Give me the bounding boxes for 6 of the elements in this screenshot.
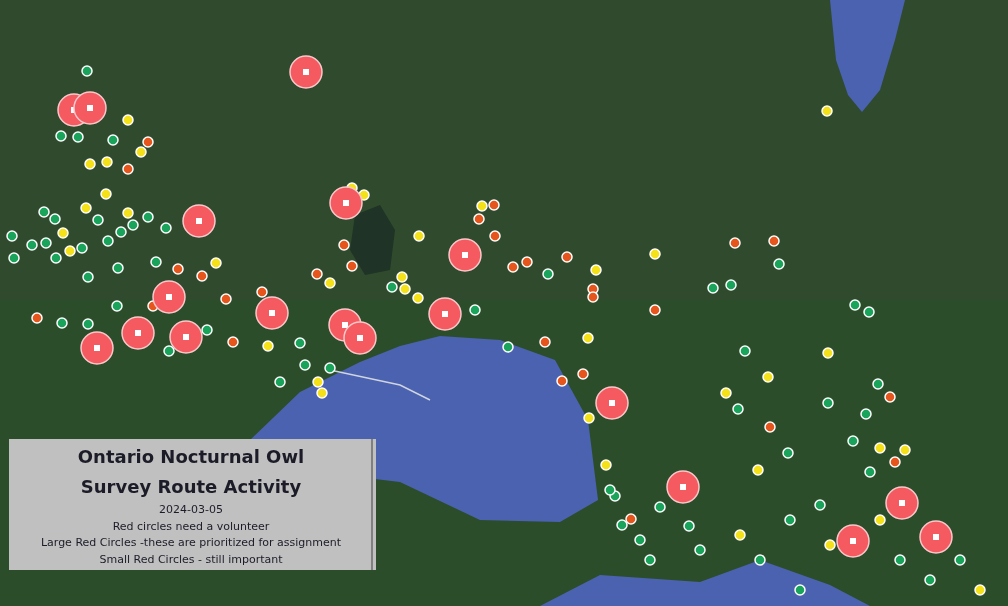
legend-date: 2024-03-05	[159, 502, 223, 518]
legend-note: Large Red Circles -these are prioritized for assignment	[40, 535, 342, 551]
legend-title: Survey Route Activity	[80, 475, 302, 499]
legend-note: Small Red Circles - still important	[99, 551, 283, 568]
legend-title: Ontario Nocturnal Owl	[77, 445, 305, 469]
legend-note: Red circles need a volunteer	[112, 518, 270, 535]
